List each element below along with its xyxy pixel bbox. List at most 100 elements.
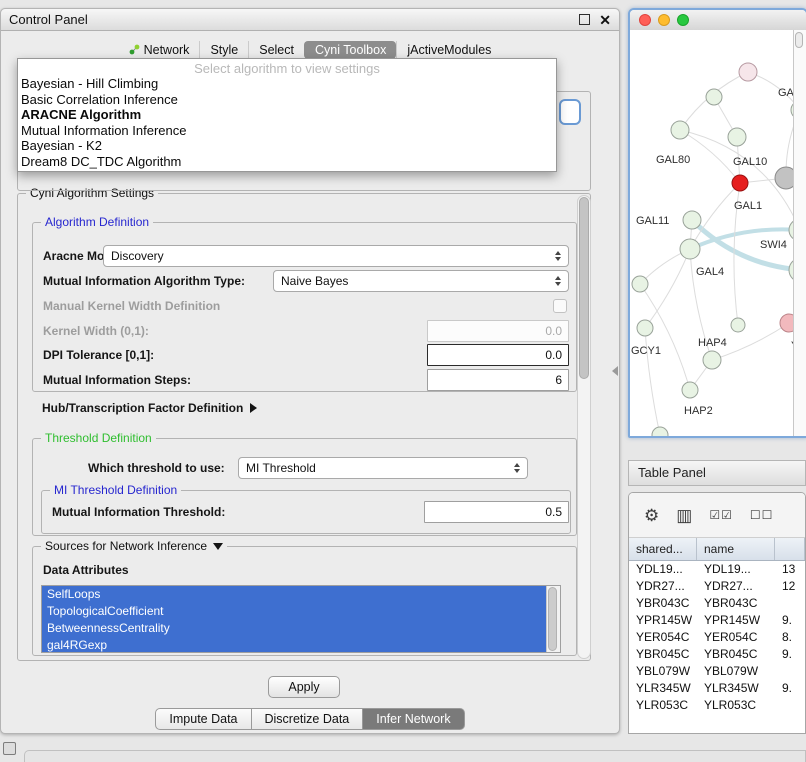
algorithm-option-basic-correlation-inference[interactable]: Basic Correlation Inference [18, 92, 556, 108]
node-label: HAP2 [684, 405, 713, 417]
table-cell: 9. [775, 680, 805, 697]
network-edge[interactable] [640, 284, 690, 390]
attribute-item-gal4rgexp[interactable]: gal4RGexp [42, 637, 547, 653]
network-graph[interactable]: GAL80GAL10GALGAL1GAL11SWI4GAL4GCY1YHAP4H… [630, 30, 794, 436]
mi-steps-label: Mutual Information Steps: [43, 373, 191, 387]
algorithm-option-dream8-dc-tdc-algorithm[interactable]: Dream8 DC_TDC Algorithm [18, 154, 556, 170]
table-row[interactable]: YDR27...YDR27...12 [629, 578, 805, 595]
table-row[interactable]: YBL079WYBL079W [629, 663, 805, 680]
minimize-window-icon[interactable] [658, 14, 670, 26]
network-canvas[interactable]: GAL80GAL10GALGAL1GAL11SWI4GAL4GCY1YHAP4H… [630, 30, 806, 436]
attribute-item-selfloops[interactable]: SelfLoops [42, 586, 547, 603]
table-panel-header[interactable]: Table Panel [628, 460, 806, 486]
table-cell [775, 697, 805, 714]
network-node-hap2[interactable] [682, 382, 698, 398]
scrollbar-thumb[interactable] [548, 587, 557, 651]
table-row[interactable]: YPR145WYPR145W9. [629, 612, 805, 629]
network-node-hap4[interactable] [703, 351, 721, 369]
attribute-item-topologicalcoefficient[interactable]: TopologicalCoefficient [42, 603, 547, 620]
network-node-gal1[interactable] [732, 175, 748, 191]
table-row[interactable]: YBR045CYBR045C9. [629, 646, 805, 663]
network-node-gcy1[interactable] [637, 320, 653, 336]
algorithm-option-mutual-information-inference[interactable]: Mutual Information Inference [18, 123, 556, 139]
network-node-gal11[interactable] [683, 211, 701, 229]
tab-jactivemodules[interactable]: jActiveModules [396, 41, 501, 59]
zoom-window-icon[interactable] [677, 14, 689, 26]
algorithm-option-aracne-algorithm[interactable]: ARACNE Algorithm [18, 107, 556, 123]
select-all-icon[interactable]: ☑☑ [709, 509, 733, 521]
table-cell: 8. [775, 629, 805, 646]
table-row[interactable]: YER054CYER054C8. [629, 629, 805, 646]
mi-algorithm-type-select[interactable]: Naive Bayes [273, 270, 569, 292]
table-cell: 9. [775, 646, 805, 663]
node-label: SWI4 [760, 239, 787, 251]
close-panel-icon[interactable]: ✕ [599, 13, 611, 27]
close-window-icon[interactable] [639, 14, 651, 26]
table-cell: YDR27... [629, 578, 697, 595]
network-node[interactable] [739, 63, 757, 81]
network-node[interactable] [731, 318, 745, 332]
network-scrollbar[interactable] [793, 30, 806, 436]
network-node[interactable] [706, 89, 722, 105]
column-header-col2[interactable] [775, 538, 805, 560]
expand-right-icon [250, 403, 257, 413]
table-row[interactable]: YDL19...YDL19...13 [629, 561, 805, 578]
settings-gear-icon[interactable]: ⚙ [644, 507, 659, 524]
settings-scrollbar[interactable] [577, 195, 591, 659]
network-window-titlebar[interactable] [630, 10, 806, 31]
tab-impute-data[interactable]: Impute Data [155, 708, 251, 730]
hub-definition-expander[interactable]: Hub/Transcription Factor Definition [42, 401, 257, 415]
scrollbar-thumb[interactable] [579, 197, 589, 379]
algorithm-option-bayesian-hill-climbing[interactable]: Bayesian - Hill Climbing [18, 76, 556, 92]
attributes-list[interactable]: SelfLoopsTopologicalCoefficientBetweenne… [41, 585, 561, 653]
tab-cyni-toolbox[interactable]: Cyni Toolbox [304, 41, 396, 59]
tab-select[interactable]: Select [248, 41, 304, 59]
aracne-mode-select[interactable]: Discovery [103, 245, 569, 267]
which-threshold-select[interactable]: MI Threshold [238, 457, 528, 479]
manual-kernel-width-checkbox[interactable] [553, 299, 567, 313]
algorithm-help-button[interactable] [559, 99, 581, 125]
tab-label: Network [144, 43, 190, 57]
network-node[interactable] [652, 427, 668, 436]
tab-label: Select [259, 43, 294, 57]
scrollbar-thumb[interactable] [795, 32, 803, 48]
network-node[interactable] [632, 276, 648, 292]
deselect-all-icon[interactable]: ☐☐ [750, 509, 774, 521]
network-node-gal10[interactable] [728, 128, 746, 146]
tab-network[interactable]: Network [119, 41, 200, 59]
network-node-gal80[interactable] [671, 121, 689, 139]
tab-infer-network[interactable]: Infer Network [363, 708, 464, 730]
mi-threshold-field[interactable]: 0.5 [424, 501, 569, 523]
apply-button[interactable]: Apply [268, 676, 340, 698]
column-header-name[interactable]: name [697, 538, 775, 560]
table-header-row: shared...name [629, 538, 805, 561]
network-icon [129, 44, 140, 55]
mi-steps-field[interactable]: 6 [427, 369, 569, 391]
table-row[interactable]: YBR043CYBR043C [629, 595, 805, 612]
algorithm-option-bayesian-k2[interactable]: Bayesian - K2 [18, 138, 556, 154]
table-row[interactable]: YLR345WYLR345W9. [629, 680, 805, 697]
tab-discretize-data[interactable]: Discretize Data [252, 708, 364, 730]
mi-algorithm-type-value: Naive Bayes [274, 274, 550, 288]
control-panel-titlebar[interactable]: Control Panel ✕ [1, 9, 619, 31]
table-row[interactable]: YLR053CYLR053C [629, 697, 805, 714]
node-label: HAP4 [698, 337, 727, 349]
column-selector-icon[interactable]: ▥ [676, 507, 692, 524]
network-node[interactable] [775, 167, 794, 189]
dpi-tolerance-field[interactable]: 0.0 [427, 344, 569, 366]
tab-style[interactable]: Style [199, 41, 248, 59]
combo-arrows-icon [550, 276, 568, 286]
table-panel-title: Table Panel [638, 465, 706, 480]
float-panel-icon[interactable] [579, 14, 590, 25]
kernel-width-field[interactable]: 0.0 [427, 320, 569, 342]
dpi-tolerance-value: 0.0 [545, 348, 562, 362]
network-node-y[interactable] [780, 314, 794, 332]
attribute-item-betweennesscentrality[interactable]: BetweennessCentrality [42, 620, 547, 637]
sources-title[interactable]: Sources for Network Inference [41, 539, 227, 553]
attributes-scrollbar[interactable] [546, 586, 560, 652]
hidden-panel-icon[interactable] [3, 742, 16, 755]
table-toolbar: ⚙ ▥ ☑☑ ☐☐ [629, 493, 805, 538]
network-node-gal4[interactable] [680, 239, 700, 259]
splitter-arrow-icon[interactable] [612, 366, 618, 376]
column-header-shared[interactable]: shared... [629, 538, 697, 560]
